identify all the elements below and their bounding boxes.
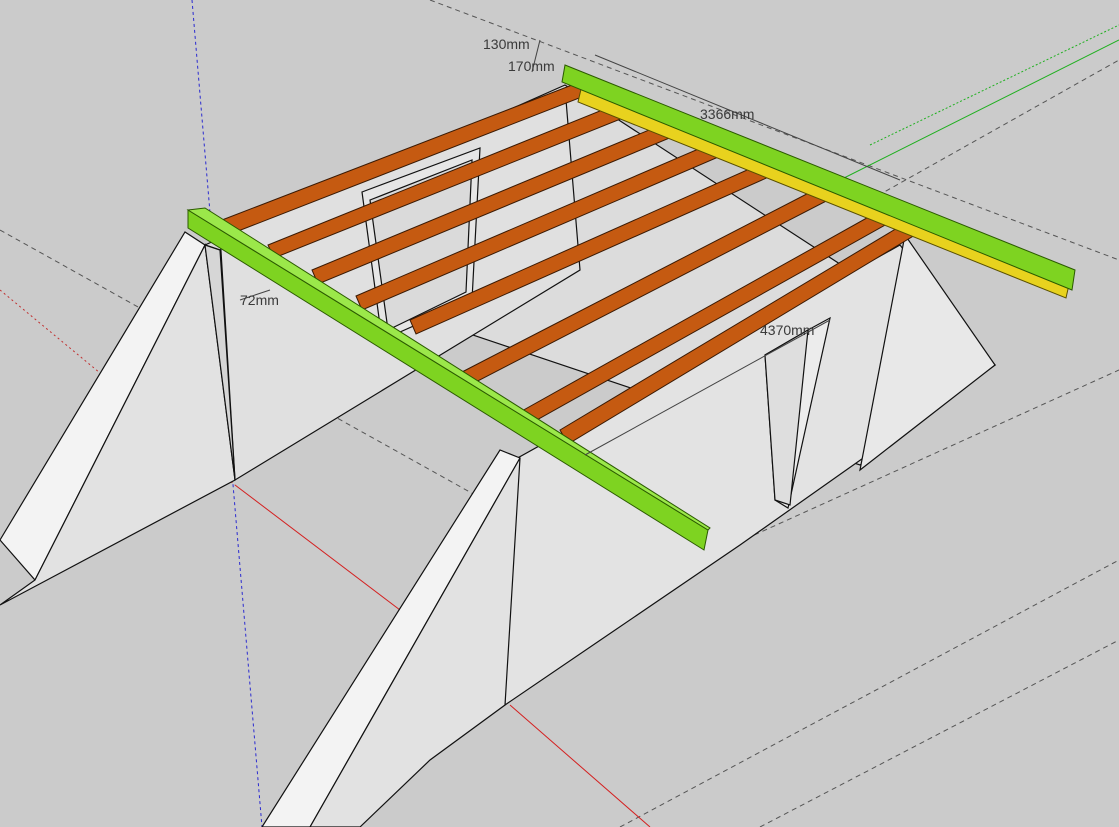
green-axis-2 [829, 39, 1119, 186]
dim-72: 72mm [240, 292, 279, 308]
front-gable-wall[interactable] [261, 449, 521, 827]
dim-170: 170mm [508, 58, 555, 74]
dim-4370: 4370mm [760, 322, 814, 338]
red-axis [234, 484, 401, 611]
green-axis [869, 24, 1119, 146]
model-viewport[interactable]: 130mm 170mm 3366mm 72mm 4370mm [0, 0, 1119, 827]
red-axis-lower [509, 704, 651, 827]
dim-3366: 3366mm [700, 106, 754, 122]
dim-130: 130mm [483, 36, 530, 52]
left-gable-wall[interactable] [0, 231, 236, 606]
